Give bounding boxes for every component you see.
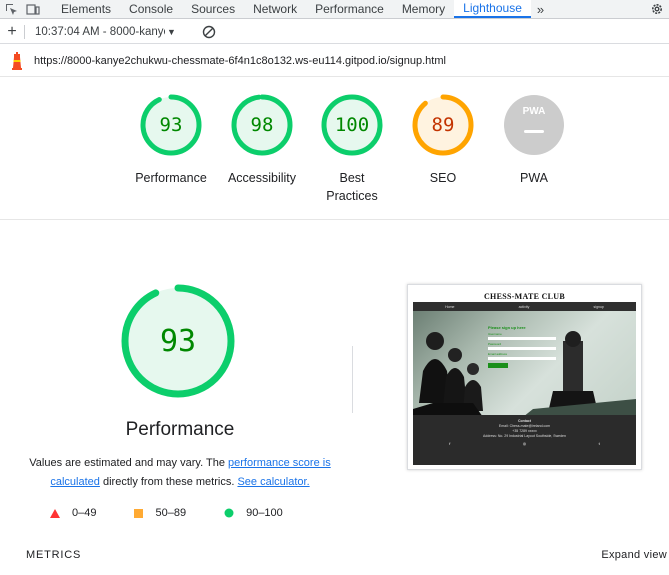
performance-big-gauge: 93 — [120, 283, 236, 399]
signup-form: Please sign up here Username Password Em… — [488, 325, 560, 368]
device-toolbar-icon[interactable] — [22, 0, 44, 18]
legend-range: 50–89 — [155, 507, 187, 519]
form-title: Please sign up here — [488, 325, 526, 330]
see-calculator-link[interactable]: See calculator. — [237, 476, 309, 488]
legend-range: 0–49 — [72, 507, 97, 519]
facebook-icon: f — [449, 441, 451, 446]
score-value: 98 — [250, 114, 274, 136]
gauge-seo[interactable]: 89 SEO — [398, 93, 488, 187]
site-footer: Contact Email: Chess-mate@ireland.com +3… — [413, 415, 636, 465]
site-hero-image: Please sign up here Username Password Em… — [413, 311, 636, 417]
instagram-icon: ◎ — [522, 441, 527, 446]
gauge-ring: 93 — [139, 93, 203, 157]
category-gauges: 93 Performance 98 Accessibility 100 Best… — [0, 78, 669, 220]
site-nav-item: Home — [445, 304, 455, 309]
devtools-tab-bar: Elements Console Sources Network Perform… — [0, 0, 669, 19]
score-value: 89 — [431, 114, 455, 136]
gauge-best-practices[interactable]: 100 Best Practices — [307, 93, 397, 205]
gear-icon[interactable] — [649, 1, 665, 17]
gauge-ring: PWA — [502, 93, 566, 157]
report-select-value: 10:37:04 AM - 8000-kanye2chukwu-chessmat… — [35, 25, 165, 38]
tab-network[interactable]: Network — [244, 0, 306, 18]
gauge-label: SEO — [429, 171, 457, 185]
tab-performance[interactable]: Performance — [306, 0, 393, 18]
more-tabs-button[interactable]: » — [531, 0, 550, 18]
form-submit — [488, 363, 508, 368]
score-value: 100 — [334, 114, 370, 136]
report-url-link[interactable]: https://8000-kanye2chukwu-chessmate-6f4n… — [34, 55, 446, 67]
tab-elements[interactable]: Elements — [52, 0, 120, 18]
gauge-pwa[interactable]: PWA PWA — [489, 93, 579, 187]
footer-line: Address: No. 29 Industrial Layout Souths… — [483, 434, 566, 438]
lighthouse-logo-icon — [0, 51, 34, 70]
gauge-performance[interactable]: 93 Performance — [126, 93, 216, 187]
form-input — [488, 357, 556, 360]
site-nav-item: activity — [518, 304, 530, 309]
site-title: CHESS-MATE CLUB — [483, 292, 566, 301]
performance-section: 93 Performance Values are estimated and … — [0, 221, 669, 575]
performance-score: 93 — [159, 323, 197, 359]
legend-range: 90–100 — [246, 507, 283, 519]
tab-lighthouse[interactable]: Lighthouse — [454, 0, 531, 18]
clear-reports-icon[interactable] — [201, 24, 217, 40]
gauge-ring: 89 — [411, 93, 475, 157]
gauge-label: Accessibility — [227, 171, 297, 185]
performance-title: Performance — [125, 419, 235, 440]
gauge-label-line: Best — [339, 171, 365, 185]
tab-memory[interactable]: Memory — [393, 0, 454, 18]
form-label: Username — [488, 332, 502, 336]
report-url-row: https://8000-kanye2chukwu-chessmate-6f4n… — [0, 45, 669, 77]
metrics-heading: METRICS — [26, 549, 82, 561]
gauge-ring: 100 — [320, 93, 384, 157]
final-screenshot-thumbnail[interactable]: CHESS-MATE CLUB Home activity signup Ple… — [407, 284, 642, 470]
form-input — [488, 337, 556, 340]
pwa-badge-text: PWA — [522, 106, 546, 117]
report-select[interactable]: 10:37:04 AM - 8000-kanye2chukwu-chessmat… — [29, 26, 179, 38]
form-label: Email address — [488, 352, 508, 356]
triangle-icon — [50, 508, 60, 518]
site-nav-item: signup — [593, 304, 604, 309]
toolbar-divider — [24, 24, 25, 39]
section-divider — [352, 346, 353, 413]
legend-item-average: 50–89 — [134, 507, 186, 519]
gauge-label: Performance — [135, 171, 207, 185]
twitter-icon: t — [598, 441, 600, 446]
gauge-accessibility[interactable]: 98 Accessibility — [217, 93, 307, 187]
tab-console[interactable]: Console — [120, 0, 182, 18]
gauge-label-line: Practices — [326, 189, 378, 203]
report-toolbar: + 10:37:04 AM - 8000-kanye2chukwu-chessm… — [0, 20, 669, 44]
form-input — [488, 347, 556, 350]
chevron-down-icon: ▼ — [167, 26, 176, 37]
inspect-element-icon[interactable] — [0, 0, 22, 18]
score-scale-legend: 0–49 50–89 90–100 — [50, 507, 321, 519]
expand-view-toggle[interactable]: Expand view — [601, 549, 667, 561]
footer-social-icons: f ◎ t — [413, 441, 636, 446]
form-label: Password — [488, 342, 502, 346]
legend-item-pass: 90–100 — [224, 507, 283, 519]
gauge-ring: 98 — [230, 93, 294, 157]
gauge-label: PWA — [519, 171, 548, 185]
gauge-label: Best Practices — [307, 169, 397, 205]
legend-item-fail: 0–49 — [50, 507, 96, 519]
new-report-button[interactable]: + — [0, 23, 24, 41]
score-value: 93 — [159, 114, 183, 136]
desc-text: Values are estimated and may vary. The — [29, 457, 228, 469]
desc-text: directly from these metrics. — [99, 476, 238, 488]
site-nav: Home activity signup — [413, 302, 636, 311]
performance-description: Values are estimated and may vary. The p… — [26, 454, 334, 492]
circle-icon — [224, 508, 234, 518]
square-icon — [134, 508, 144, 518]
tab-sources[interactable]: Sources — [182, 0, 244, 18]
